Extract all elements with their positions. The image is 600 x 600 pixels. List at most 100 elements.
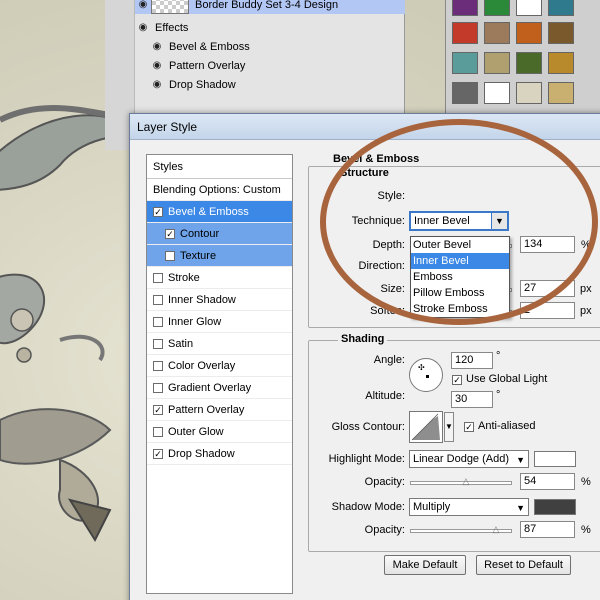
effects-label: Effects (155, 21, 189, 34)
altitude-degree: ° (496, 389, 501, 401)
shadow-mode-value: Multiply (413, 501, 451, 513)
swatch[interactable] (548, 52, 574, 74)
global-light-checkbox[interactable]: ✓ (452, 375, 462, 385)
style-item-label: Outer Glow (168, 425, 224, 438)
reset-to-default-button[interactable]: Reset to Default (476, 555, 571, 575)
highlight-opacity-slider[interactable]: △ (410, 477, 512, 486)
effects-row[interactable]: ◉ Effects (135, 18, 405, 37)
swatch[interactable] (516, 82, 542, 104)
eye-icon[interactable]: ◉ (149, 79, 165, 90)
style-item-label: Bevel & Emboss (168, 205, 249, 218)
swatch[interactable] (548, 82, 574, 104)
chevron-down-icon: ▼ (516, 455, 525, 465)
swatch[interactable] (452, 82, 478, 104)
global-light-label: Use Global Light (466, 373, 548, 385)
swatch[interactable] (548, 0, 574, 16)
chevron-down-icon: ▼ (516, 503, 525, 513)
style-item-label: Contour (180, 227, 220, 240)
style-item-contour[interactable]: ✓ Contour (147, 223, 292, 245)
blending-options[interactable]: Blending Options: Custom (147, 179, 292, 201)
effect-label: Drop Shadow (169, 78, 236, 91)
style-checkbox[interactable] (153, 426, 163, 437)
style-item-stroke[interactable]: Stroke (147, 267, 292, 289)
gloss-contour-preview[interactable] (409, 411, 443, 443)
shadow-mode-select[interactable]: Multiply ▼ (409, 498, 529, 516)
style-item-texture[interactable]: Texture (147, 245, 292, 267)
gloss-contour-label: Gloss Contour: (331, 421, 405, 433)
eye-icon[interactable]: ◉ (135, 0, 151, 10)
shadow-opacity-unit: % (581, 524, 591, 536)
swatch[interactable] (452, 22, 478, 44)
highlight-mode-label: Highlight Mode: (328, 453, 405, 465)
eye-icon[interactable]: ◉ (149, 60, 165, 71)
style-checkbox[interactable] (153, 382, 163, 393)
style-checkbox[interactable] (165, 250, 175, 261)
shadow-opacity-label: Opacity: (364, 524, 405, 536)
swatch[interactable] (516, 22, 542, 44)
effect-row-bevel[interactable]: ◉ Bevel & Emboss (135, 37, 405, 56)
slider-knob-icon[interactable]: △ (491, 525, 501, 534)
swatch[interactable] (484, 52, 510, 74)
anti-aliased-checkbox[interactable]: ✓ (464, 422, 474, 432)
highlight-mode-value: Linear Dodge (Add) (413, 453, 510, 465)
style-item-satin[interactable]: Satin (147, 333, 292, 355)
angle-input[interactable]: 120 (451, 352, 493, 369)
highlight-opacity-unit: % (581, 476, 591, 488)
style-item-inner-glow[interactable]: Inner Glow (147, 311, 292, 333)
eye-icon[interactable]: ◉ (135, 22, 151, 33)
layer-name: Border Buddy Set 3-4 Design (195, 0, 339, 11)
highlight-opacity-input[interactable]: 54 (520, 473, 575, 490)
effect-label: Pattern Overlay (169, 59, 246, 72)
shadow-opacity-slider[interactable]: △ (410, 525, 512, 534)
style-checkbox[interactable]: ✓ (153, 206, 163, 217)
swatch[interactable] (452, 0, 478, 16)
style-checkbox[interactable] (153, 338, 163, 349)
styles-header[interactable]: Styles (147, 155, 292, 179)
style-item-gradient-overlay[interactable]: Gradient Overlay (147, 377, 292, 399)
shadow-color-swatch[interactable] (534, 499, 576, 515)
swatch[interactable] (484, 0, 510, 16)
style-checkbox[interactable] (153, 316, 163, 327)
layer-row-selected[interactable]: ◉ Border Buddy Set 3-4 Design (135, 0, 405, 14)
swatch[interactable] (548, 22, 574, 44)
effect-row-shadow[interactable]: ◉ Drop Shadow (135, 75, 405, 94)
altitude-input[interactable]: 30 (451, 391, 493, 408)
swatch[interactable] (516, 0, 542, 16)
style-checkbox[interactable] (153, 360, 163, 371)
shadow-opacity-input[interactable]: 87 (520, 521, 575, 538)
angle-label: Angle: (373, 354, 405, 366)
size-unit: px (580, 283, 592, 295)
shading-title: Shading (338, 333, 388, 345)
swatch[interactable] (484, 22, 510, 44)
styles-list: Styles Blending Options: Custom ✓ Bevel &… (146, 154, 293, 594)
swatch[interactable] (484, 82, 510, 104)
slider-knob-icon[interactable]: △ (461, 477, 471, 486)
highlight-mode-select[interactable]: Linear Dodge (Add) ▼ (409, 450, 529, 468)
highlight-color-swatch[interactable] (534, 451, 576, 467)
eye-icon[interactable]: ◉ (149, 41, 165, 52)
style-item-drop-shadow[interactable]: ✓ Drop Shadow (147, 443, 292, 465)
style-item-color-overlay[interactable]: Color Overlay (147, 355, 292, 377)
style-item-label: Drop Shadow (168, 447, 235, 460)
style-checkbox[interactable]: ✓ (165, 228, 175, 239)
crosshair-icon: ✣ (418, 363, 425, 372)
angle-dial[interactable]: ✣ (409, 358, 443, 392)
swatch[interactable] (516, 52, 542, 74)
style-checkbox[interactable] (153, 294, 163, 305)
style-checkbox[interactable] (153, 272, 163, 283)
angle-degree: ° (496, 350, 501, 362)
style-item-label: Texture (180, 249, 217, 262)
style-item-label: Stroke (168, 271, 200, 284)
style-item-inner-shadow[interactable]: Inner Shadow (147, 289, 292, 311)
style-item-outer-glow[interactable]: Outer Glow (147, 421, 292, 443)
style-item-pattern-overlay[interactable]: ✓ Pattern Overlay (147, 399, 292, 421)
style-item-label: Satin (168, 337, 194, 350)
chevron-down-icon[interactable]: ▼ (444, 412, 454, 442)
make-default-button[interactable]: Make Default (384, 555, 466, 575)
style-item-bevel-emboss[interactable]: ✓ Bevel & Emboss (147, 201, 292, 223)
effect-row-pattern[interactable]: ◉ Pattern Overlay (135, 56, 405, 75)
style-checkbox[interactable]: ✓ (153, 448, 163, 459)
highlight-circle-annotation (320, 119, 598, 325)
style-checkbox[interactable]: ✓ (153, 404, 163, 415)
swatch[interactable] (452, 52, 478, 74)
